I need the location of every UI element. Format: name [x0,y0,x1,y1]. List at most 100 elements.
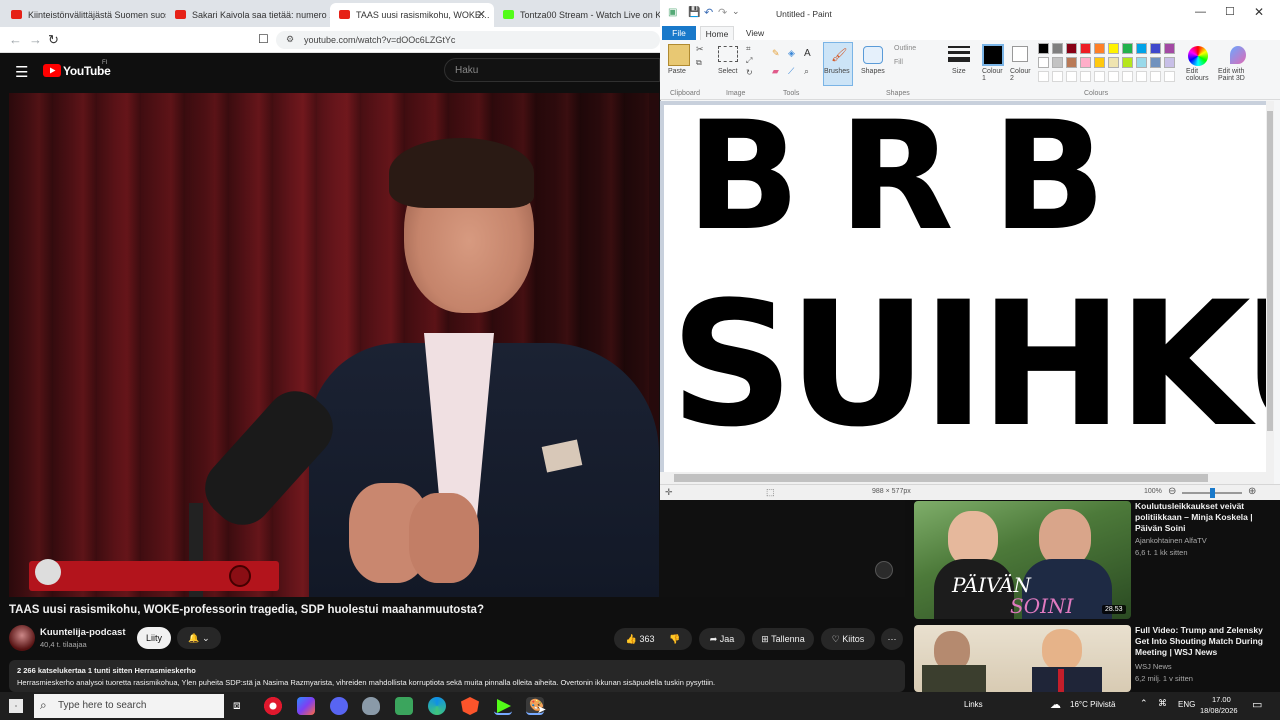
eraser-icon[interactable]: ▰ [772,66,779,77]
save-button[interactable]: ⊞ Tallenna [752,628,814,650]
palette-swatch[interactable] [1052,57,1063,68]
like-count[interactable]: 363 [639,634,654,644]
redo-icon[interactable]: ↷ [718,6,727,19]
maximize-icon[interactable]: ☐ [1225,5,1235,18]
windows-start-icon[interactable] [9,699,23,713]
thanks-button[interactable]: ♡ Kiitos [821,628,875,650]
rec-title[interactable]: Full Video: Trump and Zelensky Get Into … [1135,625,1275,658]
links-toolbar[interactable]: Links [964,700,983,709]
colour2-swatch[interactable] [1012,46,1028,62]
channel-watermark-icon[interactable] [875,561,893,579]
edge-icon[interactable] [428,697,446,715]
undo-icon[interactable]: ↶ [704,6,713,19]
network-icon[interactable]: ⌘ [1158,698,1167,709]
zoom-slider-thumb[interactable] [1210,488,1215,498]
cut-icon[interactable]: ✂ [696,44,704,55]
palette-swatch[interactable] [1136,43,1147,54]
more-actions-icon[interactable]: ⋯ [881,628,903,650]
recs-scrollbar[interactable] [1272,501,1278,691]
palette-swatch-empty[interactable] [1094,71,1105,82]
drawing-canvas[interactable]: BRB SUIHKU [664,105,1268,472]
browser-tab-active[interactable]: TAAS uusi rasismikohu, WOKE… ✕ [330,3,494,27]
horizontal-scrollbar[interactable] [660,472,1274,484]
palette-swatch[interactable] [1164,57,1175,68]
browser-tab[interactable]: Tontza00 Stream - Watch Live on Kick [494,3,660,27]
subscribed-bell-button[interactable]: 🔔 ⌄ [177,627,221,649]
palette-swatch[interactable] [1164,43,1175,54]
palette-swatch[interactable] [1122,43,1133,54]
dislike-icon[interactable]: 👎 [669,634,680,644]
rec-thumbnail[interactable]: PÄIVÄN SOINI 28.53 [914,501,1131,619]
fill-label[interactable]: Fill [894,59,903,66]
paint3d-icon[interactable] [1230,46,1246,64]
browser-tab[interactable]: Kiinteistönvälittäjästä Suomen suosi… [2,3,166,27]
palette-swatch[interactable] [1080,43,1091,54]
reload-icon[interactable]: ↻ [48,32,59,48]
opera-icon[interactable] [264,697,282,715]
palette-swatch-empty[interactable] [1136,71,1147,82]
palette-swatch-empty[interactable] [1080,71,1091,82]
minimize-icon[interactable]: — [1195,6,1206,18]
palette-swatch[interactable] [1066,43,1077,54]
copilot-icon[interactable] [297,697,315,715]
magnifier-icon[interactable]: ⌕ [804,66,809,77]
shield-app-icon[interactable] [362,697,380,715]
menu-home[interactable]: Home [700,26,734,40]
palette-swatch-empty[interactable] [1150,71,1161,82]
notification-icon[interactable]: ▭ [1252,698,1262,711]
rec-thumbnail[interactable] [914,625,1131,692]
palette-swatch[interactable] [1108,43,1119,54]
close-tab-icon[interactable]: ✕ [477,8,486,21]
scrollbar-thumb[interactable] [1267,111,1273,431]
shapes-icon[interactable] [863,46,883,64]
resize-icon[interactable]: ⤢ [746,56,752,66]
obs-like-app-icon[interactable] [395,697,413,715]
palette-swatch[interactable] [1108,57,1119,68]
palette-swatch[interactable] [1122,57,1133,68]
quick-access-dropdown-icon[interactable]: ⌄ [732,6,740,17]
weather-cloud-icon[interactable]: ☁ [1050,698,1061,711]
scrollbar-thumb[interactable] [674,474,1208,482]
outline-label[interactable]: Outline [894,45,916,52]
bookmark-icon[interactable]: ☐ [258,32,269,46]
palette-swatch[interactable] [1038,43,1049,54]
channel-name[interactable]: Kuuntelija-podcast [40,627,126,638]
clock-time[interactable]: 17.00 [1212,695,1231,704]
save-icon[interactable]: 💾 [688,7,700,18]
url-field[interactable]: ⚙ youtube.com/watch?v=dOOc6LZGtYc [276,31,660,49]
menu-file[interactable]: File [662,26,696,40]
palette-swatch[interactable] [1038,57,1049,68]
language-indicator[interactable]: ENG [1178,700,1195,709]
edit-colours-icon[interactable] [1188,46,1208,66]
zoom-out-icon[interactable]: ⊖ [1168,486,1176,497]
rec-channel[interactable]: WSJ News [1135,662,1172,672]
select-icon[interactable] [718,46,738,62]
zoom-in-icon[interactable]: ⊕ [1248,486,1256,497]
like-icon[interactable]: 👍 [626,634,637,644]
fill-bucket-icon[interactable]: ◈ [788,48,795,59]
hamburger-menu-icon[interactable]: ☰ [15,63,28,81]
paste-icon[interactable] [668,44,690,66]
channel-avatar[interactable] [9,625,35,651]
brushes-button[interactable]: 🖌 [823,42,853,86]
close-icon[interactable]: ✕ [1254,5,1264,19]
text-icon[interactable]: A [804,48,811,59]
palette-swatch[interactable] [1066,57,1077,68]
palette-swatch[interactable] [1150,57,1161,68]
site-info-icon[interactable]: ⚙ [286,34,294,45]
task-view-icon[interactable]: ⧈ [233,698,241,713]
palette-swatch[interactable] [1080,57,1091,68]
menu-view[interactable]: View [740,26,770,40]
palette-swatch-empty[interactable] [1038,71,1049,82]
palette-swatch-empty[interactable] [1052,71,1063,82]
palette-swatch[interactable] [1150,43,1161,54]
share-button[interactable]: ➦ Jaa [699,628,745,650]
palette-swatch-empty[interactable] [1164,71,1175,82]
search-input[interactable]: Haku [444,58,660,82]
kick-app-icon[interactable] [494,697,512,715]
tray-chevron-icon[interactable]: ⌃ [1140,698,1148,709]
palette-swatch[interactable] [1094,43,1105,54]
browser-tab[interactable]: Sakari Kaivola saa tietää: numero 11 jaa… [166,3,330,27]
forward-icon[interactable]: → [29,32,42,47]
palette-swatch-empty[interactable] [1066,71,1077,82]
